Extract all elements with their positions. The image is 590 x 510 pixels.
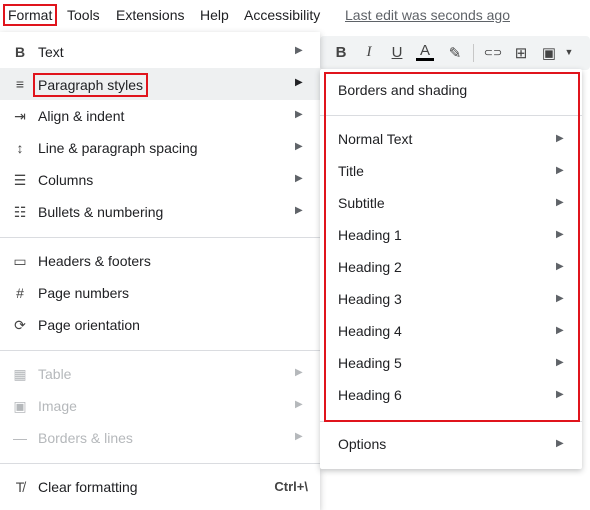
header-footer-icon: ▭ <box>13 253 27 269</box>
comment-icon[interactable]: ⊞ <box>512 44 530 62</box>
menu-item-text[interactable]: B Text ▶ <box>0 36 320 68</box>
last-edit-link[interactable]: Last edit was seconds ago <box>345 7 510 23</box>
indent-icon: ⇥ <box>14 108 26 124</box>
menu-item-label: Image <box>38 398 77 414</box>
menu-item-borders-lines[interactable]: — Borders & lines ▶ <box>0 422 320 454</box>
submenu-arrow-icon: ▶ <box>295 109 303 120</box>
text-color-icon[interactable]: A <box>416 43 434 61</box>
menu-extensions[interactable]: Extensions <box>116 7 184 23</box>
submenu-arrow-icon: ▶ <box>295 367 303 378</box>
chevron-down-icon[interactable]: ▼ <box>560 47 578 57</box>
paragraph-styles-icon: ≡ <box>15 76 25 92</box>
menu-item-clear-formatting[interactable]: T̸ Clear formatting Ctrl+\ <box>0 471 320 503</box>
menu-item-label: Text <box>38 44 64 60</box>
italic-icon[interactable]: I <box>360 44 378 61</box>
link-icon[interactable]: ⊂⊃ <box>482 46 504 59</box>
menu-divider <box>0 350 320 351</box>
menu-item-align-indent[interactable]: ⇥ Align & indent ▶ <box>0 100 320 132</box>
shortcut-label: Ctrl+\ <box>274 479 308 494</box>
submenu-arrow-icon: ▶ <box>295 431 303 442</box>
submenu-arrow-icon: ▶ <box>295 173 303 184</box>
submenu-item-label: Options <box>338 436 387 452</box>
menu-tools[interactable]: Tools <box>67 7 100 23</box>
page-orientation-icon: ⟳ <box>14 317 26 333</box>
submenu-arrow-icon: ▶ <box>295 205 303 216</box>
submenu-arrow-icon: ▶ <box>295 399 303 410</box>
menu-item-paragraph-styles[interactable]: ≡ Paragraph styles ▶ <box>0 68 320 100</box>
bullets-icon: ☷ <box>13 204 27 220</box>
menu-item-label: Headers & footers <box>38 253 151 269</box>
menubar: Format Tools Extensions Help Accessibili… <box>0 0 590 32</box>
table-icon: ▦ <box>13 366 27 382</box>
submenu-arrow-icon: ▶ <box>295 45 303 56</box>
menu-item-label: Borders & lines <box>38 430 133 446</box>
line-icon: — <box>13 430 27 446</box>
menu-divider <box>0 463 320 464</box>
menu-item-label: Table <box>38 366 72 382</box>
menu-item-label: Clear formatting <box>38 479 138 495</box>
menu-divider <box>0 237 320 238</box>
format-menu: B Text ▶ ≡ Paragraph styles ▶ ⇥ Align & … <box>0 32 320 510</box>
menu-item-label: Page numbers <box>38 285 130 301</box>
clear-formatting-icon: T̸ <box>15 479 25 495</box>
submenu-item-options[interactable]: Options ▶ <box>320 429 582 461</box>
underline-icon[interactable]: U <box>388 44 406 61</box>
toolbar: B I U A ✎ ⊂⊃ ⊞ ▣ ▼ <box>320 36 590 70</box>
submenu-arrow-icon: ▶ <box>295 141 303 152</box>
menu-item-label: Align & indent <box>38 108 125 124</box>
menu-item-bullets-numbering[interactable]: ☷ Bullets & numbering ▶ <box>0 196 320 228</box>
menu-item-image[interactable]: ▣ Image ▶ <box>0 390 320 422</box>
highlight-box <box>324 72 580 422</box>
line-spacing-icon: ↕ <box>16 140 24 156</box>
menu-accessibility[interactable]: Accessibility <box>244 7 320 23</box>
submenu-arrow-icon: ▶ <box>556 438 564 449</box>
menu-item-line-spacing[interactable]: ↕ Line & paragraph spacing ▶ <box>0 132 320 164</box>
image-icon: ▣ <box>13 398 27 414</box>
hash-icon: # <box>16 285 24 301</box>
highlight-icon[interactable]: ✎ <box>446 44 464 62</box>
menu-item-label: Line & paragraph spacing <box>38 140 198 156</box>
menu-format[interactable]: Format <box>3 4 58 26</box>
menu-item-headers-footers[interactable]: ▭ Headers & footers <box>0 245 320 277</box>
menu-item-table[interactable]: ▦ Table ▶ <box>0 358 320 390</box>
menu-item-label: Page orientation <box>38 317 140 333</box>
submenu-arrow-icon: ▶ <box>295 77 303 88</box>
columns-icon: ☰ <box>13 172 27 188</box>
bold-icon: B <box>14 44 26 60</box>
menu-item-columns[interactable]: ☰ Columns ▶ <box>0 164 320 196</box>
menu-item-label: Columns <box>38 172 94 188</box>
menu-item-page-numbers[interactable]: # Page numbers <box>0 277 320 309</box>
image-icon[interactable]: ▣ <box>540 44 558 62</box>
menu-item-page-orientation[interactable]: ⟳ Page orientation <box>0 309 320 341</box>
toolbar-divider <box>473 44 474 62</box>
menu-item-label: Bullets & numbering <box>38 204 164 220</box>
bold-icon[interactable]: B <box>332 44 350 61</box>
menu-help[interactable]: Help <box>200 7 229 23</box>
menu-item-label: Paragraph styles <box>33 73 149 97</box>
